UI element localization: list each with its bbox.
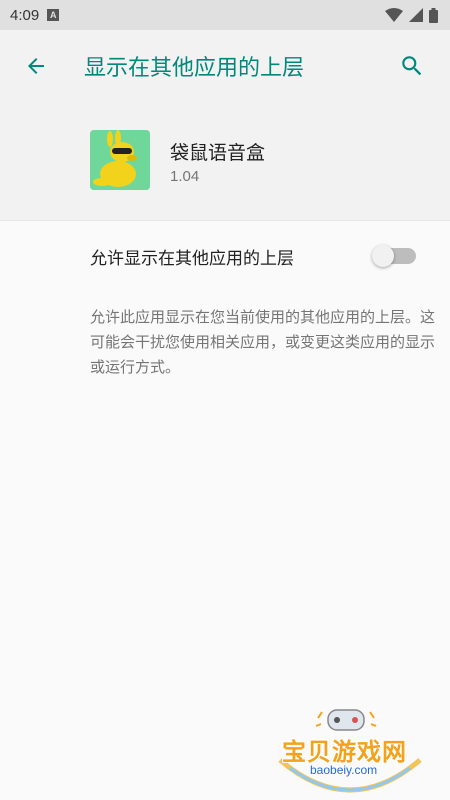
kangaroo-icon [90, 130, 150, 190]
app-icon [90, 130, 150, 190]
search-button[interactable] [384, 38, 440, 94]
app-header: 袋鼠语音盒 1.04 [0, 102, 450, 220]
app-version: 1.04 [170, 168, 200, 185]
signal-icon [409, 8, 423, 22]
search-icon [402, 56, 422, 76]
overlay-permission-label: 允许显示在其他应用的上层 [90, 249, 294, 269]
status-time: 4:09 [10, 6, 40, 24]
notification-icon: A [47, 9, 60, 21]
watermark-title: 宝贝游戏网 [282, 738, 407, 766]
status-bar: 4:09 A [0, 0, 450, 30]
watermark: 宝贝游戏网 baobeiy.com [270, 700, 430, 800]
permission-description: 允许此应用显示在您当前使用的其他应用的上层。这可能会干扰您使用相关应用，或变更这… [90, 308, 436, 376]
wifi-icon [385, 8, 403, 22]
overlay-permission-row[interactable]: 允许显示在其他应用的上层 [0, 221, 450, 291]
app-name: 袋鼠语音盒 [170, 142, 266, 164]
back-button[interactable] [8, 38, 64, 94]
watermark-url: baobeiy.com [310, 763, 378, 777]
app-bar: 显示在其他应用的上层 [0, 30, 450, 102]
status-icons [385, 7, 438, 23]
arrow-back-icon [28, 58, 44, 74]
switch-thumb[interactable] [372, 245, 394, 267]
page-title: 显示在其他应用的上层 [84, 56, 305, 81]
battery-icon [429, 7, 438, 23]
